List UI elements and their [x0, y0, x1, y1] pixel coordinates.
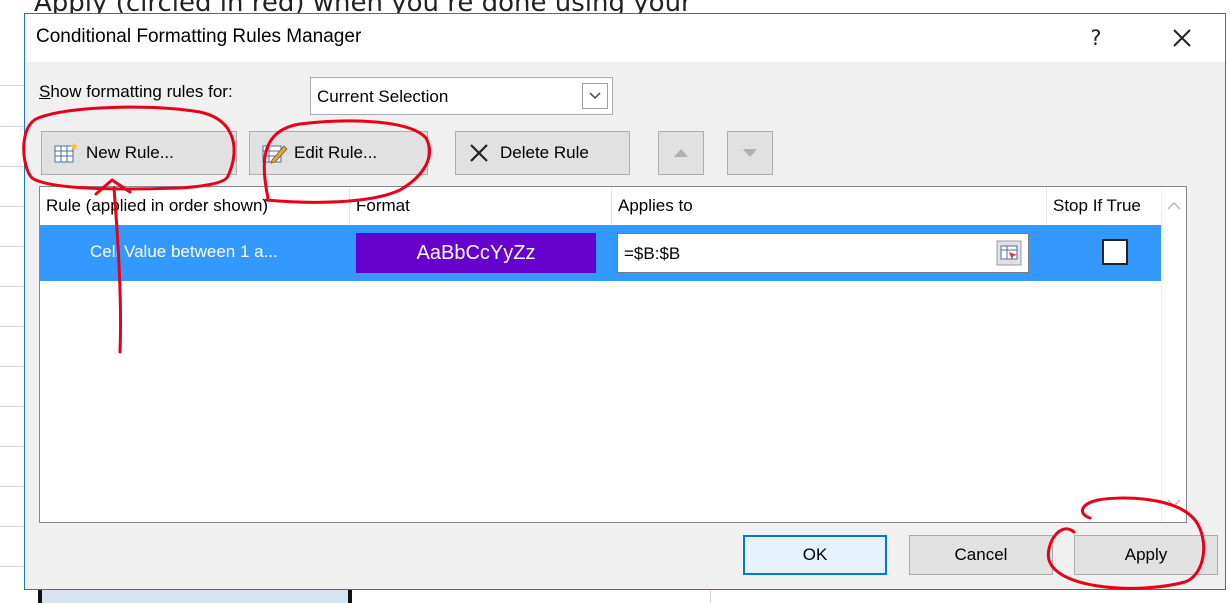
delete-rule-button[interactable]: Delete Rule	[455, 131, 630, 175]
new-rule-button[interactable]: New Rule...	[41, 131, 237, 175]
format-preview: AaBbCcYyZz	[356, 233, 596, 273]
delete-rule-label: Delete Rule	[500, 143, 589, 162]
apply-button[interactable]: Apply	[1074, 535, 1218, 575]
show-rules-select[interactable]: Current Selection	[310, 77, 613, 115]
applies-to-input[interactable]: =$B:$B	[617, 233, 1029, 273]
edit-rule-icon	[262, 142, 288, 164]
help-button[interactable]: ?	[1078, 22, 1114, 54]
rules-manager-dialog: Conditional Formatting Rules Manager ? S…	[24, 13, 1226, 590]
rule-row[interactable]: Cell Value between 1 a... AaBbCcYyZz =$B…	[40, 225, 1164, 281]
new-rule-icon	[54, 142, 80, 164]
close-icon	[1173, 29, 1191, 47]
ok-button[interactable]: OK	[743, 535, 887, 575]
cancel-button[interactable]: Cancel	[909, 535, 1053, 575]
triangle-down-icon	[743, 149, 757, 157]
rules-scrollbar[interactable]	[1161, 187, 1186, 522]
show-rules-value: Current Selection	[317, 87, 449, 106]
dialog-titlebar: Conditional Formatting Rules Manager ?	[25, 14, 1225, 62]
rules-list: Rule (applied in order shown) Format App…	[39, 186, 1187, 523]
triangle-up-icon	[674, 149, 688, 157]
column-header-rule[interactable]: Rule (applied in order shown)	[40, 187, 350, 225]
close-button[interactable]	[1159, 18, 1205, 58]
scroll-up-icon[interactable]	[1167, 201, 1181, 211]
dropdown-arrow[interactable]	[582, 83, 608, 109]
column-gridline	[710, 590, 711, 603]
rule-description: Cell Value between 1 a...	[90, 242, 278, 261]
move-up-button[interactable]	[658, 131, 704, 175]
applies-to-value: =$B:$B	[624, 244, 681, 263]
column-header-format[interactable]: Format	[350, 187, 612, 225]
edit-rule-button[interactable]: Edit Rule...	[249, 131, 428, 175]
move-down-button[interactable]	[727, 131, 773, 175]
cell-border	[348, 590, 352, 603]
chevron-down-icon	[589, 92, 601, 100]
selected-cell	[42, 590, 348, 603]
show-rules-label: Show formatting rules for:	[39, 82, 233, 101]
range-selector-button[interactable]	[996, 240, 1022, 266]
scroll-down-icon[interactable]	[1167, 498, 1181, 508]
dialog-title: Conditional Formatting Rules Manager	[36, 26, 362, 47]
column-header-stop-if-true[interactable]: Stop If True	[1047, 187, 1164, 225]
edit-rule-label: Edit Rule...	[294, 143, 378, 162]
column-header-applies-to[interactable]: Applies to	[612, 187, 1047, 225]
range-select-icon	[996, 240, 1022, 266]
new-rule-label: New Rule...	[86, 143, 174, 162]
stop-if-true-checkbox[interactable]	[1102, 239, 1128, 265]
delete-icon	[468, 142, 494, 164]
